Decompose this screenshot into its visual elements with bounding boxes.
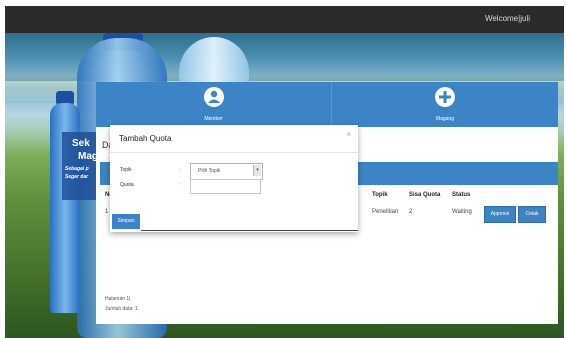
plus-icon-svg	[439, 91, 451, 103]
topik-colon: :	[180, 167, 182, 173]
column-header-status: Status	[452, 192, 471, 198]
save-button[interactable]: Simpan	[112, 214, 140, 229]
quota-input[interactable]	[190, 179, 261, 194]
pagination-page: Halaman 1|	[105, 296, 131, 302]
chevron-down-icon[interactable]: ▾	[253, 165, 261, 176]
tile-member-label: Member	[204, 116, 223, 122]
banner-tagline-2: Segar dar	[65, 174, 89, 180]
banner-line-1: Sek	[72, 138, 90, 149]
quota-colon: :	[180, 182, 182, 188]
pagination-total: Jumlah data: 1	[105, 306, 138, 312]
table-cell-sisa-quota: 2	[409, 209, 413, 215]
modal-divider	[110, 152, 358, 153]
quota-label: Quota	[120, 182, 134, 188]
tile-member[interactable]: Member	[96, 82, 332, 127]
table-cell-no: 1	[105, 209, 109, 215]
welcome-user-link[interactable]: Welcome|juli	[485, 14, 530, 23]
table-cell-topik: Penelitian	[372, 209, 399, 215]
topik-label: Topik	[120, 167, 132, 173]
modal-footer-line	[141, 230, 358, 231]
user-icon-svg	[207, 90, 220, 103]
user-icon	[203, 87, 224, 107]
add-quota-modal: Tambah Quota × Topik : Pilih Topik ▾ Quo…	[110, 125, 358, 232]
print-button[interactable]: Cetak	[518, 206, 546, 223]
table-cell-status: Waiting	[452, 209, 472, 215]
approve-button[interactable]: Approve	[484, 206, 516, 223]
topik-select-value: Pilih Topik	[198, 168, 221, 174]
top-navbar: Welcome|juli	[5, 6, 564, 33]
plus-icon	[435, 87, 455, 107]
modal-title: Tambah Quota	[119, 134, 172, 143]
close-icon[interactable]: ×	[346, 130, 351, 139]
tile-magang-label: Magang	[435, 116, 455, 122]
tile-magang[interactable]: Magang	[332, 82, 558, 127]
column-header-sisa-quota: Sisa Quota	[409, 192, 441, 198]
banner-line-2: Mag	[78, 151, 98, 162]
banner-tagline-1: Sebagai p	[65, 166, 89, 172]
topik-select[interactable]: Pilih Topik ▾	[190, 163, 263, 180]
menu-tiles: Member Magang	[96, 82, 558, 127]
column-header-topik: Topik	[372, 192, 388, 198]
